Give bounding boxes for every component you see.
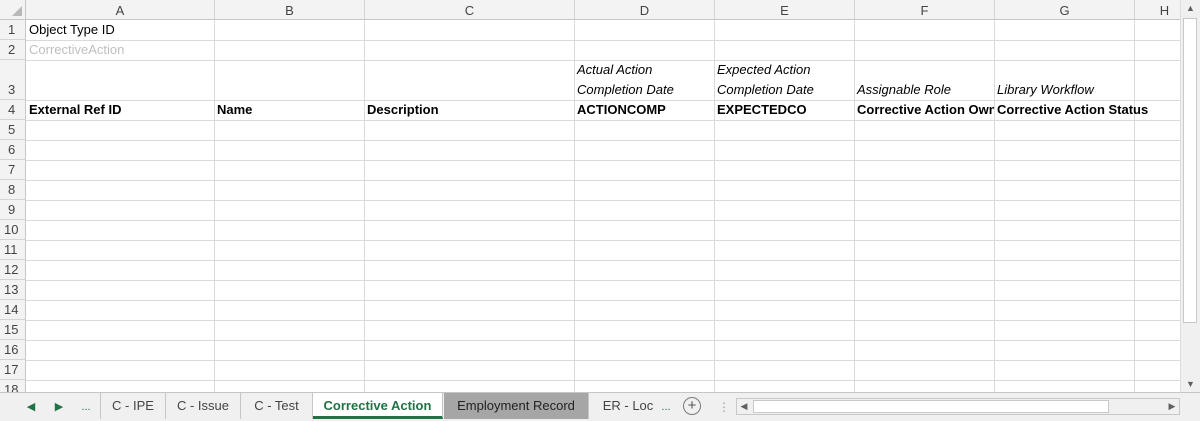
cell-g3[interactable]: Library Workflow: [994, 80, 1134, 100]
gridline: [214, 20, 215, 392]
row-header-2[interactable]: 2: [0, 40, 26, 60]
column-header-f[interactable]: F: [855, 0, 995, 20]
row-header-8[interactable]: 8: [0, 180, 26, 200]
row-header-18[interactable]: 18: [0, 380, 26, 392]
gridline: [26, 280, 1180, 281]
gridline: [26, 320, 1180, 321]
sheet-tab-employment-record[interactable]: Employment Record: [444, 393, 589, 419]
column-header-a[interactable]: A: [26, 0, 215, 20]
cell-e4[interactable]: EXPECTEDCO: [714, 100, 854, 120]
row-header-17[interactable]: 17: [0, 360, 26, 380]
tab-more-right[interactable]: ...: [656, 398, 676, 416]
sheet-tab-c-issue[interactable]: C - Issue: [166, 393, 241, 419]
row-header-10[interactable]: 10: [0, 220, 26, 240]
gridline: [26, 360, 1180, 361]
horizontal-scrollbar[interactable]: ◀ ▶: [736, 398, 1180, 415]
column-header-d[interactable]: D: [575, 0, 715, 20]
sheet-tab-c-ipe[interactable]: C - IPE: [100, 393, 166, 419]
gridline: [26, 240, 1180, 241]
column-header-c[interactable]: C: [365, 0, 575, 20]
row-header-9[interactable]: 9: [0, 200, 26, 220]
gridline: [1134, 20, 1135, 392]
gridline: [994, 20, 995, 392]
cell-e3-line1[interactable]: Expected Action: [714, 60, 854, 80]
gridline: [26, 180, 1180, 181]
column-header-e[interactable]: E: [715, 0, 855, 20]
sheet-tab-c-test[interactable]: C - Test: [241, 393, 313, 419]
row-header-14[interactable]: 14: [0, 300, 26, 320]
cell-d3-line2[interactable]: Completion Date: [574, 80, 714, 100]
gridline: [26, 380, 1180, 381]
row-header-12[interactable]: 12: [0, 260, 26, 280]
cell-a1[interactable]: Object Type ID: [26, 20, 214, 40]
add-sheet-plus-circle-icon[interactable]: +: [683, 397, 701, 415]
gridline: [26, 140, 1180, 141]
select-all-triangle-icon: [12, 6, 22, 16]
row-header-1[interactable]: 1: [0, 20, 26, 40]
cell-g4[interactable]: Corrective Action Status: [994, 100, 1154, 120]
gridline: [364, 20, 365, 392]
cell-a4[interactable]: External Ref ID: [26, 100, 214, 120]
cell-f3[interactable]: Assignable Role: [854, 80, 994, 100]
gridline: [26, 300, 1180, 301]
spreadsheet-grid[interactable]: A B C D E F G H 1 2 3 4 5 6 7 8 9 10 11 …: [0, 0, 1180, 392]
scroll-right-icon[interactable]: ▶: [1165, 399, 1179, 414]
column-header-h[interactable]: H: [1135, 0, 1180, 20]
cell-d3-line1[interactable]: Actual Action: [574, 60, 714, 80]
column-header-g[interactable]: G: [995, 0, 1135, 20]
cell-c4[interactable]: Description: [364, 100, 574, 120]
row-header-4[interactable]: 4: [0, 100, 26, 120]
gridline: [26, 260, 1180, 261]
cell-d4[interactable]: ACTIONCOMP: [574, 100, 714, 120]
gridline: [854, 20, 855, 392]
tab-more-left[interactable]: ...: [76, 398, 96, 416]
gridline: [26, 160, 1180, 161]
tab-scroll-right-icon[interactable]: ▶: [48, 398, 70, 416]
row-header-5[interactable]: 5: [0, 120, 26, 140]
column-header-b[interactable]: B: [215, 0, 365, 20]
gridline: [26, 200, 1180, 201]
scroll-left-icon[interactable]: ◀: [737, 399, 751, 414]
tab-scroll-left-icon[interactable]: ◀: [20, 398, 42, 416]
tab-splitter-handle[interactable]: ⋮: [718, 399, 730, 415]
cell-f4[interactable]: Corrective Action Own: [854, 100, 994, 120]
row-header-16[interactable]: 16: [0, 340, 26, 360]
gridline: [26, 340, 1180, 341]
row-header-13[interactable]: 13: [0, 280, 26, 300]
select-all-corner[interactable]: [0, 0, 26, 20]
scroll-up-icon[interactable]: ▲: [1181, 0, 1200, 16]
cell-b4[interactable]: Name: [214, 100, 364, 120]
gridline: [26, 220, 1180, 221]
cell-e3-line2[interactable]: Completion Date: [714, 80, 854, 100]
row-header-11[interactable]: 11: [0, 240, 26, 260]
row-header-3[interactable]: 3: [0, 60, 26, 100]
row-header-6[interactable]: 6: [0, 140, 26, 160]
row-header-15[interactable]: 15: [0, 320, 26, 340]
gridline: [26, 120, 1180, 121]
row-header-7[interactable]: 7: [0, 160, 26, 180]
sheet-tab-bar: ◀ ▶ ... C - IPE C - Issue C - Test Corre…: [0, 392, 1200, 421]
vertical-scrollbar[interactable]: ▲ ▼: [1180, 0, 1200, 392]
scroll-down-icon[interactable]: ▼: [1181, 376, 1200, 392]
vertical-scroll-thumb[interactable]: [1183, 18, 1197, 323]
cell-a2[interactable]: CorrectiveAction: [26, 40, 214, 60]
sheet-tab-corrective-action[interactable]: Corrective Action: [313, 393, 443, 419]
horizontal-scroll-thumb[interactable]: [753, 400, 1109, 413]
